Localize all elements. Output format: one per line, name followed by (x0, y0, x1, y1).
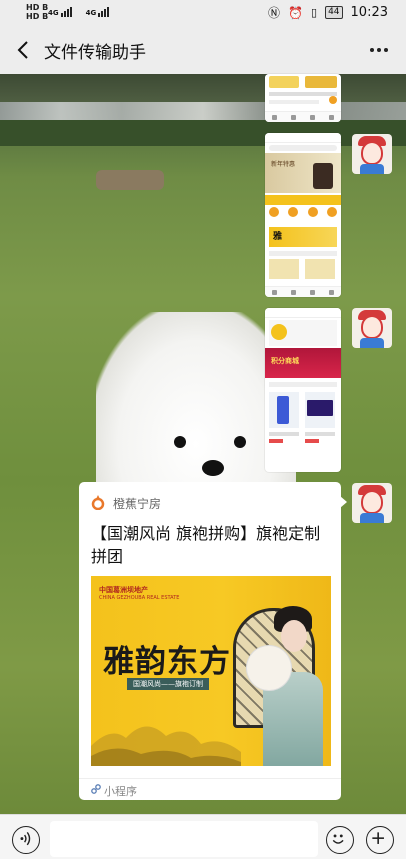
signal-indicators: 4G 4G (48, 5, 110, 17)
avatar[interactable] (352, 308, 392, 348)
status-bar: HD B HD B 4G 4G Ⓝ ⏰ ▯ 44 10:23 (0, 0, 406, 26)
chat-title: 文件传输助手 (44, 43, 146, 63)
plus-icon (372, 832, 384, 844)
carrier-indicator: HD B HD B (26, 3, 49, 21)
card-cover-image: 中国葛洲坝地产 CHINA GEZHOUBA REAL ESTATE 雅韵东方 … (91, 576, 331, 766)
cover-headline: 雅韵东方 (103, 644, 231, 680)
clock: 10:23 (350, 5, 388, 20)
signal-bars-icon (98, 5, 110, 17)
network-type-2: 4G (85, 9, 97, 17)
battery-icon: 44 (325, 6, 343, 19)
chat-header: 文件传输助手 (0, 26, 406, 74)
alarm-icon: ⏰ (288, 5, 304, 20)
mini-program-label: 小程序 (104, 785, 137, 798)
image-message[interactable] (265, 74, 341, 122)
fan-illustration (247, 646, 291, 690)
cover-company-name: 中国葛洲坝地产 (99, 586, 148, 594)
brand-name: 橙蕉宁房 (113, 497, 162, 511)
voice-input-button[interactable] (12, 826, 40, 854)
more-options-icon[interactable] (370, 48, 388, 52)
image-message[interactable]: 新年特惠 雅 (265, 133, 341, 297)
voice-icon (20, 831, 31, 846)
bubble-arrow (340, 496, 347, 508)
mini-program-card[interactable]: 橙蕉宁房 【国潮风尚 旗袍拼购】旗袍定制拼团 中国葛洲坝地产 CHINA GEZ… (79, 482, 347, 800)
more-actions-button[interactable] (366, 826, 394, 854)
cover-subtitle: 国潮风尚——旗袍订制 (127, 678, 209, 690)
card-title: 【国潮风尚 旗袍拼购】旗袍定制拼团 (91, 524, 321, 566)
nfc-icon: Ⓝ (268, 6, 281, 20)
emoji-icon (332, 834, 344, 844)
vibrate-icon: ▯ (311, 6, 318, 19)
input-bar (0, 814, 406, 859)
image-message[interactable]: 积分商城 (265, 308, 341, 472)
emoji-button[interactable] (326, 826, 354, 854)
wallpaper-hedge (0, 120, 406, 146)
avatar[interactable] (352, 134, 392, 174)
network-type-1: 4G (48, 9, 59, 17)
brand-logo-icon (91, 495, 105, 510)
mountain-illustration (91, 726, 241, 766)
shot-banner-text: 积分商城 (271, 357, 299, 365)
avatar[interactable] (352, 483, 392, 523)
message-input[interactable] (50, 821, 318, 857)
signal-bars-icon (60, 5, 72, 17)
mini-program-icon (91, 784, 101, 794)
back-arrow-icon[interactable] (14, 40, 34, 60)
cover-company-name-en: CHINA GEZHOUBA REAL ESTATE (99, 595, 180, 601)
wallpaper-stone (96, 170, 164, 190)
